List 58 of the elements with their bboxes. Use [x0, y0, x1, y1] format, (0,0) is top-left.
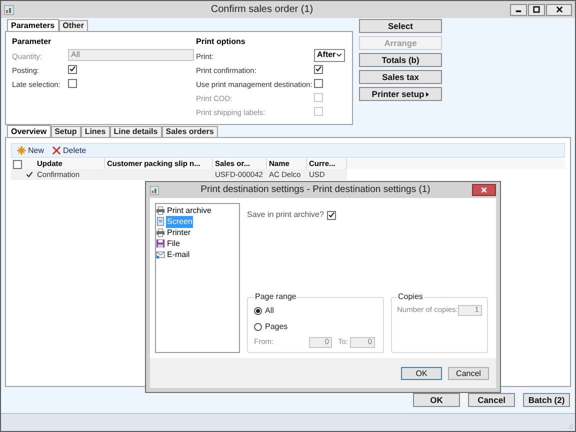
toolbar-button[interactable]: New [17, 144, 44, 156]
envelope-icon [156, 250, 165, 259]
window-title: Confirm sales order (1) [210, 3, 314, 17]
dialog-button[interactable]: Cancel [448, 366, 489, 380]
tree-item[interactable]: Print archive [166, 204, 212, 216]
close-button[interactable] [472, 184, 496, 196]
resize-grip-icon [567, 423, 573, 429]
checkbox[interactable] [12, 160, 22, 168]
tab[interactable]: Parameters [7, 19, 59, 31]
checkbox[interactable] [314, 78, 323, 88]
radio-label: Pages [265, 321, 288, 333]
printer-icon [156, 228, 165, 237]
group-heading: Page range [254, 291, 298, 303]
side-button[interactable]: Printer setup [359, 87, 442, 101]
app-icon [4, 4, 14, 14]
dialog-button[interactable]: Cancel [468, 393, 515, 407]
section-heading: Parameter [12, 36, 52, 48]
dialog-button[interactable]: OK [413, 393, 460, 407]
checkbox[interactable] [314, 64, 323, 74]
close-button[interactable] [546, 4, 572, 16]
checkbox[interactable] [68, 64, 77, 74]
close-icon [481, 187, 487, 193]
tab[interactable]: Sales orders [162, 126, 218, 137]
group-heading: Copies [397, 291, 424, 303]
maximize-button[interactable] [528, 4, 545, 16]
dialog-button[interactable]: Batch (2) [523, 393, 570, 407]
document-icon [156, 217, 165, 226]
dialog-title: Print destination settings - Print destination settings (1) [200, 182, 432, 197]
chevron-icon [336, 53, 342, 57]
section-heading: Print options [196, 36, 246, 48]
delete-icon [52, 146, 62, 155]
tab[interactable]: Lines [80, 126, 110, 137]
tree-item[interactable]: E-mail [166, 248, 191, 260]
tab[interactable]: Line details [110, 126, 162, 137]
radio-label: All [265, 305, 274, 317]
tab[interactable]: Other [58, 20, 88, 31]
sparkle-icon [17, 146, 26, 155]
app-icon [150, 186, 159, 194]
checkbox[interactable] [68, 78, 77, 88]
tree-item[interactable]: File [166, 238, 181, 250]
toolbar-button[interactable]: Delete [52, 144, 86, 156]
checkbox[interactable] [326, 210, 336, 220]
printer-icon [156, 206, 165, 215]
dialog-button[interactable]: OK [401, 366, 442, 380]
maximize-icon [533, 6, 540, 13]
print-dropdown[interactable]: After [314, 48, 345, 62]
radio-button[interactable] [254, 307, 262, 315]
side-button[interactable]: Select [359, 19, 442, 33]
side-button[interactable]: Sales tax [359, 70, 442, 84]
minimize-button[interactable] [510, 4, 527, 16]
triangle-right-icon [426, 92, 430, 96]
radio-button[interactable] [254, 323, 262, 331]
tab[interactable]: Overview [7, 125, 51, 137]
field-label: Save in print archive? [247, 209, 324, 221]
tab[interactable]: Setup [50, 126, 81, 137]
close-icon [556, 6, 562, 13]
side-button[interactable]: Totals (b) [359, 53, 442, 67]
tree-item[interactable]: Printer [166, 226, 192, 238]
